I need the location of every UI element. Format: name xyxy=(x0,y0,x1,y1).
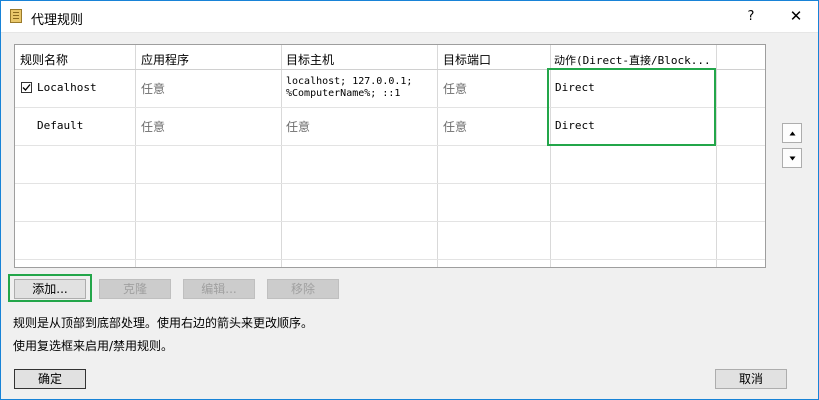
column-divider xyxy=(135,45,136,267)
column-divider xyxy=(716,45,717,267)
rule-target-host: 任意 xyxy=(286,120,311,134)
help-button[interactable]: ? xyxy=(732,1,770,32)
triangle-up-icon xyxy=(789,131,796,136)
row-divider xyxy=(15,259,765,260)
ok-button[interactable]: 确定 xyxy=(14,369,86,389)
row-divider xyxy=(15,183,765,184)
column-header-application[interactable]: 应用程序 xyxy=(141,51,281,68)
column-header-action[interactable]: 动作(Direct-直接/Block... xyxy=(554,52,714,68)
info-order-text: 规则是从顶部到底部处理。使用右边的箭头来更改顺序。 xyxy=(13,316,314,330)
edit-button[interactable]: 编辑... xyxy=(183,279,255,299)
add-button[interactable]: 添加... xyxy=(14,279,86,299)
remove-button[interactable]: 移除 xyxy=(267,279,339,299)
action-column-highlight xyxy=(547,68,716,146)
rule-name: Localhost xyxy=(37,81,97,94)
rule-name: Default xyxy=(37,119,84,132)
triangle-down-icon xyxy=(789,156,796,161)
rule-enabled-checkbox[interactable] xyxy=(21,82,32,93)
move-up-button[interactable] xyxy=(782,123,802,143)
rule-target-port: 任意 xyxy=(443,82,468,96)
rule-target-host-line1: localhost; 127.0.0.1; xyxy=(286,76,413,87)
move-down-button[interactable] xyxy=(782,148,802,168)
info-checkbox-text: 使用复选框来启用/禁用规则。 xyxy=(13,339,174,353)
rule-target-port: 任意 xyxy=(443,120,468,134)
close-button[interactable]: ✕ xyxy=(774,1,818,32)
column-divider xyxy=(281,45,282,267)
rule-target-host-line2: %ComputerName%; ::1 xyxy=(286,88,401,99)
checkmark-icon xyxy=(22,84,31,91)
rule-application: 任意 xyxy=(141,82,166,96)
rule-application: 任意 xyxy=(141,120,166,134)
column-header-rule-name[interactable]: 规则名称 xyxy=(20,51,130,68)
app-icon xyxy=(10,9,22,23)
proxy-rules-dialog: 代理规则 ? ✕ 规则名称 应用程序 目标主机 目标端口 动作(Direct-直… xyxy=(0,0,819,400)
clone-button[interactable]: 克隆 xyxy=(99,279,171,299)
table-header: 规则名称 应用程序 目标主机 目标端口 动作(Direct-直接/Block..… xyxy=(15,45,765,70)
window-title: 代理规则 xyxy=(31,13,84,28)
column-header-target-host[interactable]: 目标主机 xyxy=(286,51,436,68)
title-bar: 代理规则 ? ✕ xyxy=(1,1,818,33)
cancel-button[interactable]: 取消 xyxy=(715,369,787,389)
row-divider xyxy=(15,221,765,222)
column-divider xyxy=(437,45,438,267)
column-header-target-port[interactable]: 目标端口 xyxy=(443,51,543,68)
